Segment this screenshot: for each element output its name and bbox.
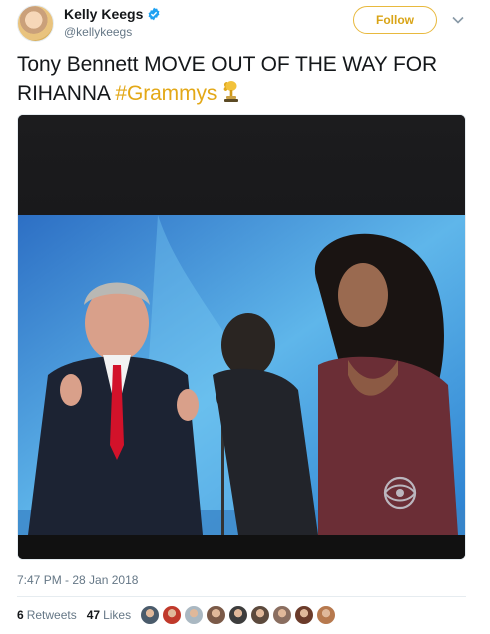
tweet-text: Tony Bennett MOVE OUT OF THE WAY FOR RIH… bbox=[17, 51, 467, 108]
grammy-trophy-icon bbox=[223, 81, 239, 102]
liker-avatar[interactable] bbox=[140, 605, 160, 625]
liker-avatar[interactable] bbox=[162, 605, 182, 625]
retweets-count: 6 bbox=[17, 608, 24, 622]
tweet-timestamp[interactable]: 7:47 PM - 28 Jan 2018 bbox=[17, 573, 138, 587]
liker-avatar[interactable] bbox=[228, 605, 248, 625]
author-avatar[interactable] bbox=[17, 5, 54, 42]
verified-badge-icon bbox=[148, 7, 160, 21]
liker-avatar[interactable] bbox=[272, 605, 292, 625]
likes-label: Likes bbox=[103, 608, 132, 622]
likes-count: 47 bbox=[86, 608, 101, 622]
likes-stat[interactable]: 47 Likes bbox=[87, 608, 131, 622]
tweet-photo[interactable] bbox=[17, 114, 466, 560]
liker-avatar[interactable] bbox=[316, 605, 336, 625]
tweet-header: Kelly Keegs @kellykeegs Follow bbox=[0, 0, 490, 48]
liker-avatar[interactable] bbox=[184, 605, 204, 625]
liker-avatars bbox=[140, 605, 336, 625]
liker-avatar[interactable] bbox=[206, 605, 226, 625]
hashtag-link[interactable]: #Grammys bbox=[115, 82, 217, 105]
retweets-stat[interactable]: 6 Retweets bbox=[17, 608, 77, 622]
tweet-stats: 6 Retweets 47 Likes bbox=[17, 605, 141, 625]
author-handle[interactable]: @kellykeegs bbox=[64, 25, 132, 39]
follow-button[interactable]: Follow bbox=[353, 6, 437, 34]
liker-avatar[interactable] bbox=[294, 605, 314, 625]
chevron-down-icon[interactable] bbox=[451, 13, 465, 27]
liker-avatar[interactable] bbox=[250, 605, 270, 625]
retweets-label: Retweets bbox=[26, 608, 77, 622]
author-name-row[interactable]: Kelly Keegs bbox=[64, 6, 161, 22]
tv-screen-photo bbox=[18, 115, 465, 559]
author-display-name[interactable]: Kelly Keegs bbox=[64, 6, 143, 22]
divider-top bbox=[17, 596, 466, 597]
